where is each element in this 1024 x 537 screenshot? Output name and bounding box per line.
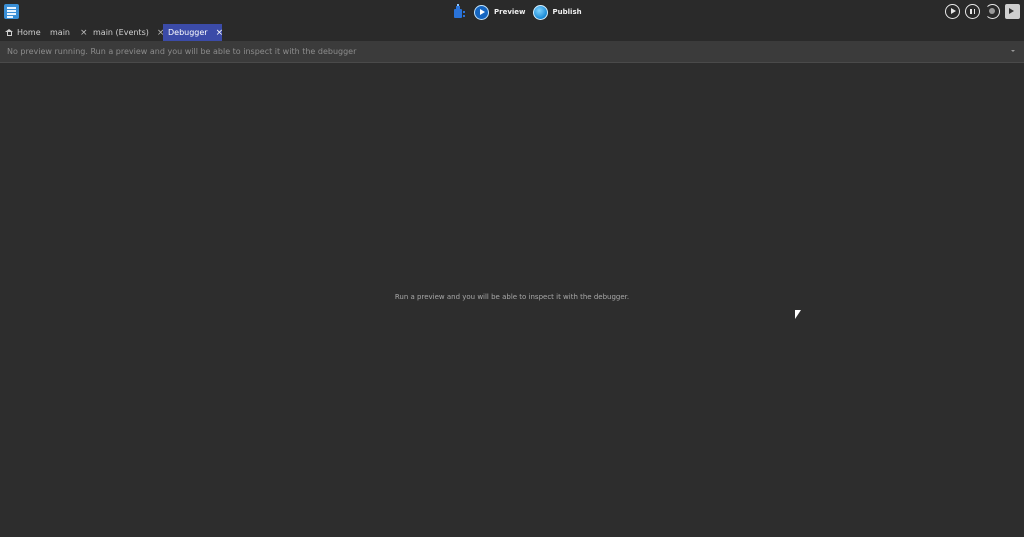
preview-label: Preview xyxy=(494,8,526,16)
preview-publish-group: Preview Publish xyxy=(452,0,582,24)
debugger-status-bar: No preview running. Run a preview and yo… xyxy=(0,41,1024,63)
debugger-panel: Run a preview and you will be able to in… xyxy=(0,63,1024,537)
close-icon[interactable]: × xyxy=(216,28,224,38)
hamburger-menu-icon[interactable] xyxy=(4,4,19,19)
preview-play-icon xyxy=(474,4,489,20)
refresh-icon[interactable] xyxy=(985,4,1000,19)
status-text: No preview running. Run a preview and yo… xyxy=(7,47,357,56)
tab-main[interactable]: main × xyxy=(50,24,88,41)
terminal-icon[interactable] xyxy=(1005,4,1020,19)
pause-icon[interactable] xyxy=(965,4,980,19)
empty-state-message: Run a preview and you will be able to in… xyxy=(394,293,630,301)
chevron-down-icon[interactable] xyxy=(1011,50,1015,52)
tab-label: Home xyxy=(17,28,41,37)
preview-button[interactable]: Preview xyxy=(474,4,526,20)
tab-label: main xyxy=(50,28,70,37)
mouse-cursor-icon xyxy=(795,310,801,319)
tab-debugger[interactable]: Debugger × xyxy=(163,24,224,41)
tab-label: Debugger xyxy=(168,28,208,37)
tab-home[interactable]: Home xyxy=(5,24,41,41)
publish-button[interactable]: Publish xyxy=(532,4,582,20)
globe-icon xyxy=(532,4,548,20)
debugger-icon[interactable] xyxy=(452,4,466,20)
home-icon xyxy=(5,29,13,36)
top-toolbar: Preview Publish xyxy=(0,0,1024,24)
tab-bar: Home main × main (Events) × Debugger × xyxy=(0,24,1024,41)
play-icon[interactable] xyxy=(945,4,960,19)
publish-label: Publish xyxy=(552,8,582,16)
debug-controls xyxy=(945,4,1020,19)
tab-main-events[interactable]: main (Events) × xyxy=(93,24,164,41)
close-icon[interactable]: × xyxy=(80,28,88,38)
tab-label: main (Events) xyxy=(93,28,149,37)
